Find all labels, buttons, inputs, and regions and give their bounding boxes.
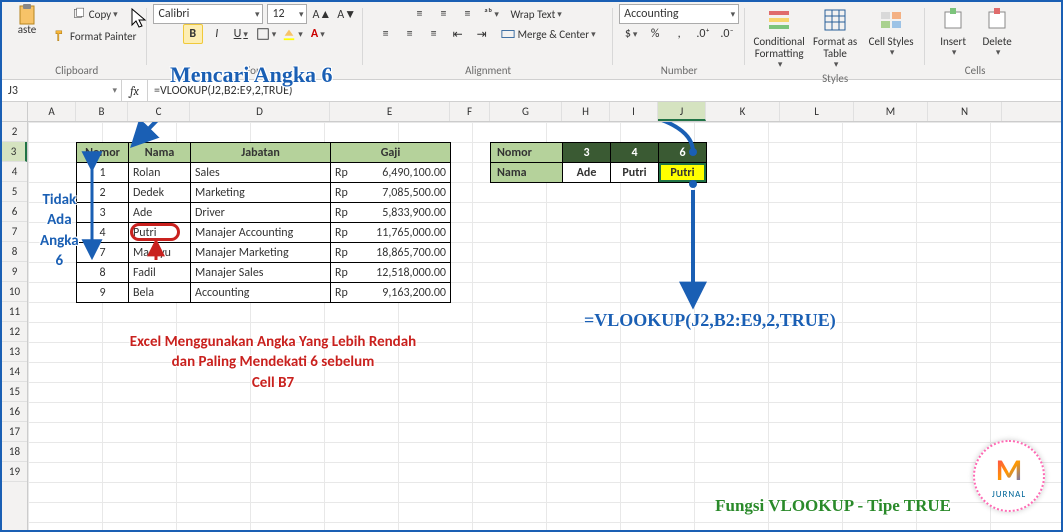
paste-label: aste [18,24,37,36]
ribbon-group-font: Calibri 12 A▲ A▼ B I U A Font [147,4,363,79]
increase-font-button[interactable]: A▲ [311,4,332,24]
col-header-H[interactable]: H [562,102,610,121]
mjurnal-logo: M JURNAL [973,440,1045,512]
font-size-select[interactable]: 12 [267,4,307,24]
row-header-5[interactable]: 5 [2,182,27,202]
group-label: Number [661,64,698,79]
col-header-I[interactable]: I [610,102,658,121]
font-name-select[interactable]: Calibri [153,4,263,24]
cells-area[interactable]: NomorNamaJabatanGaji1RolanSalesRp6,490,1… [28,122,1061,530]
col-header-A[interactable]: A [28,102,76,121]
copy-button[interactable]: Copy [48,4,141,24]
align-right-button[interactable]: ≡ [424,24,444,44]
col-header-B[interactable]: B [76,102,128,121]
comma-button[interactable]: , [669,24,689,44]
col-header-G[interactable]: G [490,102,562,121]
conditional-formatting-button[interactable]: Conditional Formatting [751,4,807,72]
align-bottom-button[interactable]: ≡ [457,4,477,24]
row-header-19[interactable]: 19 [2,462,27,482]
source-table: NomorNamaJabatanGaji1RolanSalesRp6,490,1… [76,142,451,303]
logo-text: JURNAL [992,489,1026,500]
fill-color-button[interactable] [281,24,304,44]
row-header-18[interactable]: 18 [2,442,27,462]
align-top-button[interactable]: ≡ [409,4,429,24]
row-header-13[interactable]: 13 [2,342,27,362]
group-label: Alignment [465,64,511,79]
col-header-C[interactable]: C [128,102,190,121]
lookup-table: Nomor346NamaAdePutriPutri [490,142,707,183]
formula-bar: J3 fx =VLOOKUP(J2,B2:E9,2,TRUE) [2,80,1061,102]
row-header-17[interactable]: 17 [2,422,27,442]
row-header-4[interactable]: 4 [2,162,27,182]
formula-input[interactable]: =VLOOKUP(J2,B2:E9,2,TRUE) [148,84,1061,98]
increase-indent-button[interactable]: ⇥ [472,24,492,44]
row-header-8[interactable]: 8 [2,242,27,262]
row-header-10[interactable]: 10 [2,282,27,302]
group-label: Font [245,64,265,79]
underline-button[interactable]: U [231,24,251,44]
ribbon-group-alignment: ≡ ≡ ≡ ᵃᵇ Wrap Text ≡ ≡ ≡ ⇤ ⇥ Merge & Cen… [363,4,613,79]
col-header-L[interactable]: L [780,102,854,121]
format-as-table-button[interactable]: Format as Table [807,4,863,72]
insert-button[interactable]: Insert [931,4,975,60]
column-headers[interactable]: ABCDEFGHIJKLMN [28,102,1061,122]
logo-letter: M [996,452,1022,489]
align-middle-button[interactable]: ≡ [433,4,453,24]
accounting-format-button[interactable]: $ [621,24,641,44]
group-label: Styles [822,72,848,87]
row-header-3[interactable]: 3 [2,142,27,162]
delete-button[interactable]: Delete [975,4,1019,60]
row-header-14[interactable]: 14 [2,362,27,382]
row-header-9[interactable]: 9 [2,262,27,282]
row-headers[interactable]: 2345678910111213141516171819 [2,122,28,530]
decrease-indent-button[interactable]: ⇤ [448,24,468,44]
number-format-select[interactable]: Accounting [619,4,739,24]
select-all-corner[interactable] [2,102,28,122]
decrease-font-button[interactable]: A▼ [336,4,357,24]
ribbon-group-styles: Conditional Formatting Format as Table C… [745,4,925,79]
ribbon-group-number: Accounting $ % , .0⁺ .0⁻ Number [613,4,745,79]
col-header-E[interactable]: E [330,102,450,121]
row-header-15[interactable]: 15 [2,382,27,402]
borders-button[interactable] [255,24,278,44]
col-header-J[interactable]: J [658,102,706,121]
ribbon-group-cells: Insert Delete Cells [925,4,1025,79]
col-header-F[interactable]: F [450,102,490,121]
col-header-D[interactable]: D [190,102,330,121]
orientation-button[interactable]: ᵃᵇ [481,4,501,24]
row-header-2[interactable]: 2 [2,122,27,142]
wrap-text-button[interactable]: Wrap Text [505,4,566,24]
ribbon-group-clipboard: aste Copy Format Painter Clipboard [6,4,147,79]
align-center-button[interactable]: ≡ [400,24,420,44]
ribbon: aste Copy Format Painter Clipboard [2,2,1061,80]
fx-icon[interactable]: fx [122,80,148,101]
circle-annotation [130,223,180,241]
cell-styles-button[interactable]: Cell Styles [863,4,919,72]
col-header-K[interactable]: K [706,102,780,121]
excel-window: aste Copy Format Painter Clipboard [0,0,1063,532]
col-header-N[interactable]: N [928,102,1002,121]
align-left-button[interactable]: ≡ [376,24,396,44]
merge-center-button[interactable]: Merge & Center [496,24,601,44]
format-painter-button[interactable]: Format Painter [48,26,141,46]
percent-button[interactable]: % [645,24,665,44]
increase-decimal-button[interactable]: .0⁺ [693,24,713,44]
row-header-6[interactable]: 6 [2,202,27,222]
row-header-16[interactable]: 16 [2,402,27,422]
group-label: Clipboard [55,64,98,79]
worksheet[interactable]: ABCDEFGHIJKLMN 2345678910111213141516171… [2,102,1061,530]
bold-button[interactable]: B [183,24,203,44]
decrease-decimal-button[interactable]: .0⁻ [717,24,737,44]
paste-button[interactable]: aste [12,4,42,46]
italic-button[interactable]: I [207,24,227,44]
group-label: Cells [965,64,986,79]
row-header-12[interactable]: 12 [2,322,27,342]
col-header-M[interactable]: M [854,102,928,121]
font-color-button[interactable]: A [308,24,328,44]
name-box[interactable]: J3 [2,80,122,101]
row-header-7[interactable]: 7 [2,222,27,242]
row-header-11[interactable]: 11 [2,302,27,322]
